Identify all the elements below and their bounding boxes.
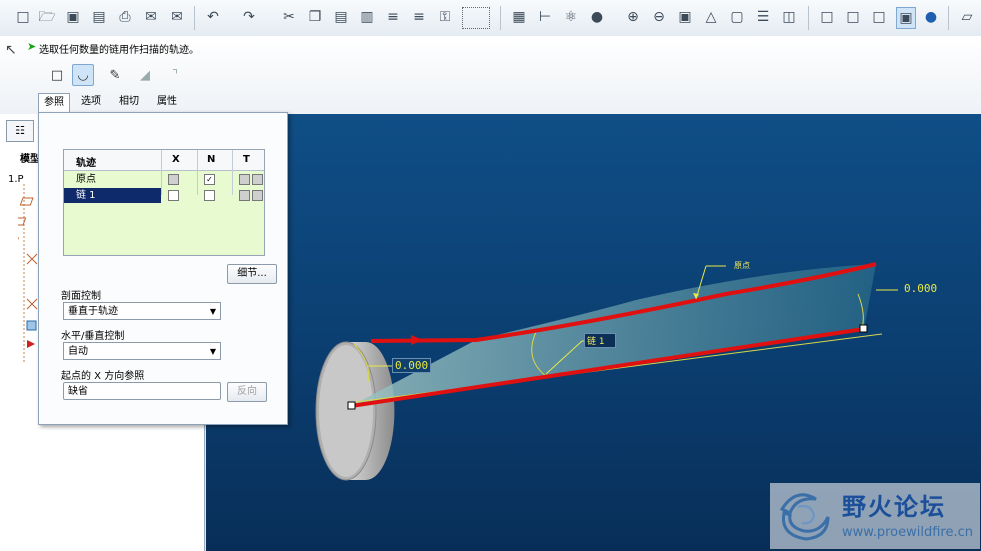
select-box-icon[interactable] [462,7,490,29]
trajectory-name: 原点 [76,174,96,185]
feature-dashboard: ↖ ➤ 选取任何数量的链用作扫描的轨迹。 □ ◡ ✎ ◢ ⌝ 参照 选项 相切 … [0,36,981,115]
setup-icon[interactable]: ◫ [780,7,798,27]
no-hidden-icon[interactable]: □ [870,7,888,27]
watermark-url: www.proewildfire.cn [842,525,973,540]
details-button[interactable]: 细节... [227,264,277,284]
spin-center-icon[interactable]: ⚛ [562,7,580,27]
regenerate-manager-icon[interactable]: ≡ [410,7,428,27]
pick-arrow-icon: ↖ [5,42,17,58]
model-tree-header: 模型 [20,154,40,165]
hv-control-select[interactable]: 自动 ▼ [63,342,221,360]
origin-label: 原点 [734,261,750,270]
prompt-arrow-icon: ➤ [27,40,37,53]
model-tree-tab[interactable]: ☷ [6,120,34,142]
copy-icon[interactable]: ❐ [306,7,324,27]
flip-button[interactable]: 反向 [227,382,267,402]
tab-references[interactable]: 参照 [38,93,70,112]
dimension-left[interactable]: 0.000 [392,358,432,373]
section-control-label: 剖面控制 [61,291,101,302]
open-icon[interactable]: 🗁 [38,7,56,27]
t-checkbox[interactable] [252,174,263,185]
remove-material-button[interactable]: ◢ [134,64,156,86]
watermark-title: 野火论坛 [842,493,946,521]
tab-properties[interactable]: 属性 [152,93,182,111]
zoom-fit-icon[interactable]: ▣ [676,7,694,27]
surface-mode-button[interactable]: ◡ [72,64,94,86]
x-checkbox[interactable] [168,174,179,185]
email-icon[interactable]: ✉ [142,7,160,27]
trajectory-table: 轨迹 X N T 原点 ✓ 链 1 [63,149,265,256]
table-header: 轨迹 X N T [64,150,264,171]
save-icon[interactable]: ▣ [64,7,82,27]
paste-special-icon[interactable]: ▥ [358,7,376,27]
table-row[interactable]: 链 1 [64,188,264,203]
find-icon[interactable]: ⚿ [436,7,454,27]
dimension-right[interactable]: 0.000 [904,282,937,295]
redo-icon[interactable]: ↷ [240,7,258,27]
sketch-button[interactable]: ✎ [104,64,126,86]
hv-control-label: 水平/垂直控制 [61,331,125,342]
reorient-icon[interactable]: △ [702,7,720,27]
layers-icon[interactable]: ☰ [754,7,772,27]
print-icon[interactable]: ⎙ [116,7,134,27]
chevron-down-icon: ▼ [209,347,216,356]
tab-tangency[interactable]: 相切 [114,93,144,111]
x-ref-label: 起点的 X 方向参照 [61,371,145,382]
forum-logo-icon [779,493,830,541]
section-control-select[interactable]: 垂直于轨迹 ▼ [63,302,221,320]
save-copy-icon[interactable]: ▤ [90,7,108,27]
col-t: T [243,154,250,165]
tab-options[interactable]: 选项 [76,93,106,111]
paste-icon[interactable]: ▤ [332,7,350,27]
t-checkbox[interactable] [239,190,250,201]
zoom-in-icon[interactable]: ⊕ [624,7,642,27]
n-checkbox[interactable]: ✓ [204,174,215,185]
chain-label: 链 1 [584,333,616,348]
hv-control-value: 自动 [68,346,88,357]
t-checkbox[interactable] [252,190,263,201]
undo-icon[interactable]: ↶ [204,7,222,27]
cut-icon[interactable]: ✂ [280,7,298,27]
plane-display-icon[interactable]: ▱ [958,7,976,27]
main-toolbar: □ 🗁 ▣ ▤ ⎙ ✉ ✉ ↶ ↷ ✂ ❐ ▤ ▥ ≡ ≡ ⚿ ▦ ⊢ ⚛ ● … [0,0,981,37]
saved-views-icon[interactable]: ▢ [728,7,746,27]
zoom-out-icon[interactable]: ⊖ [650,7,668,27]
col-x: X [172,154,180,165]
appearance-icon[interactable]: ● [588,7,606,27]
references-panel: 轨迹 X N T 原点 ✓ 链 1 细节... 剖面控制 垂直于轨迹 ▼ 水平/… [38,112,288,425]
x-ref-field[interactable]: 缺省 [63,382,221,400]
trajectory-name: 链 1 [64,188,161,203]
section-control-value: 垂直于轨迹 [68,306,118,317]
wireframe-icon[interactable]: □ [818,7,836,27]
col-trajectory: 轨迹 [76,158,96,169]
datum-display-icon[interactable]: ⊢ [536,7,554,27]
x-checkbox[interactable] [168,190,179,201]
hidden-line-icon[interactable]: □ [844,7,862,27]
email-link-icon[interactable]: ✉ [168,7,186,27]
message-prompt: 选取任何数量的链用作扫描的轨迹。 [39,45,199,56]
n-checkbox[interactable] [204,190,215,201]
shading-icon[interactable]: ▣ [896,7,916,29]
t-checkbox[interactable] [239,174,250,185]
watermark: 野火论坛 www.proewildfire.cn [770,483,980,549]
refit-icon[interactable]: ▦ [510,7,528,27]
table-row[interactable]: 原点 ✓ [64,172,264,187]
thicken-button[interactable]: ⌝ [164,64,186,86]
regenerate-icon[interactable]: ≡ [384,7,402,27]
col-n: N [207,154,216,165]
solid-mode-button[interactable]: □ [46,64,68,86]
chevron-down-icon: ▼ [209,307,216,316]
new-icon[interactable]: □ [14,7,32,27]
enhanced-realism-icon[interactable]: ● [922,7,940,27]
